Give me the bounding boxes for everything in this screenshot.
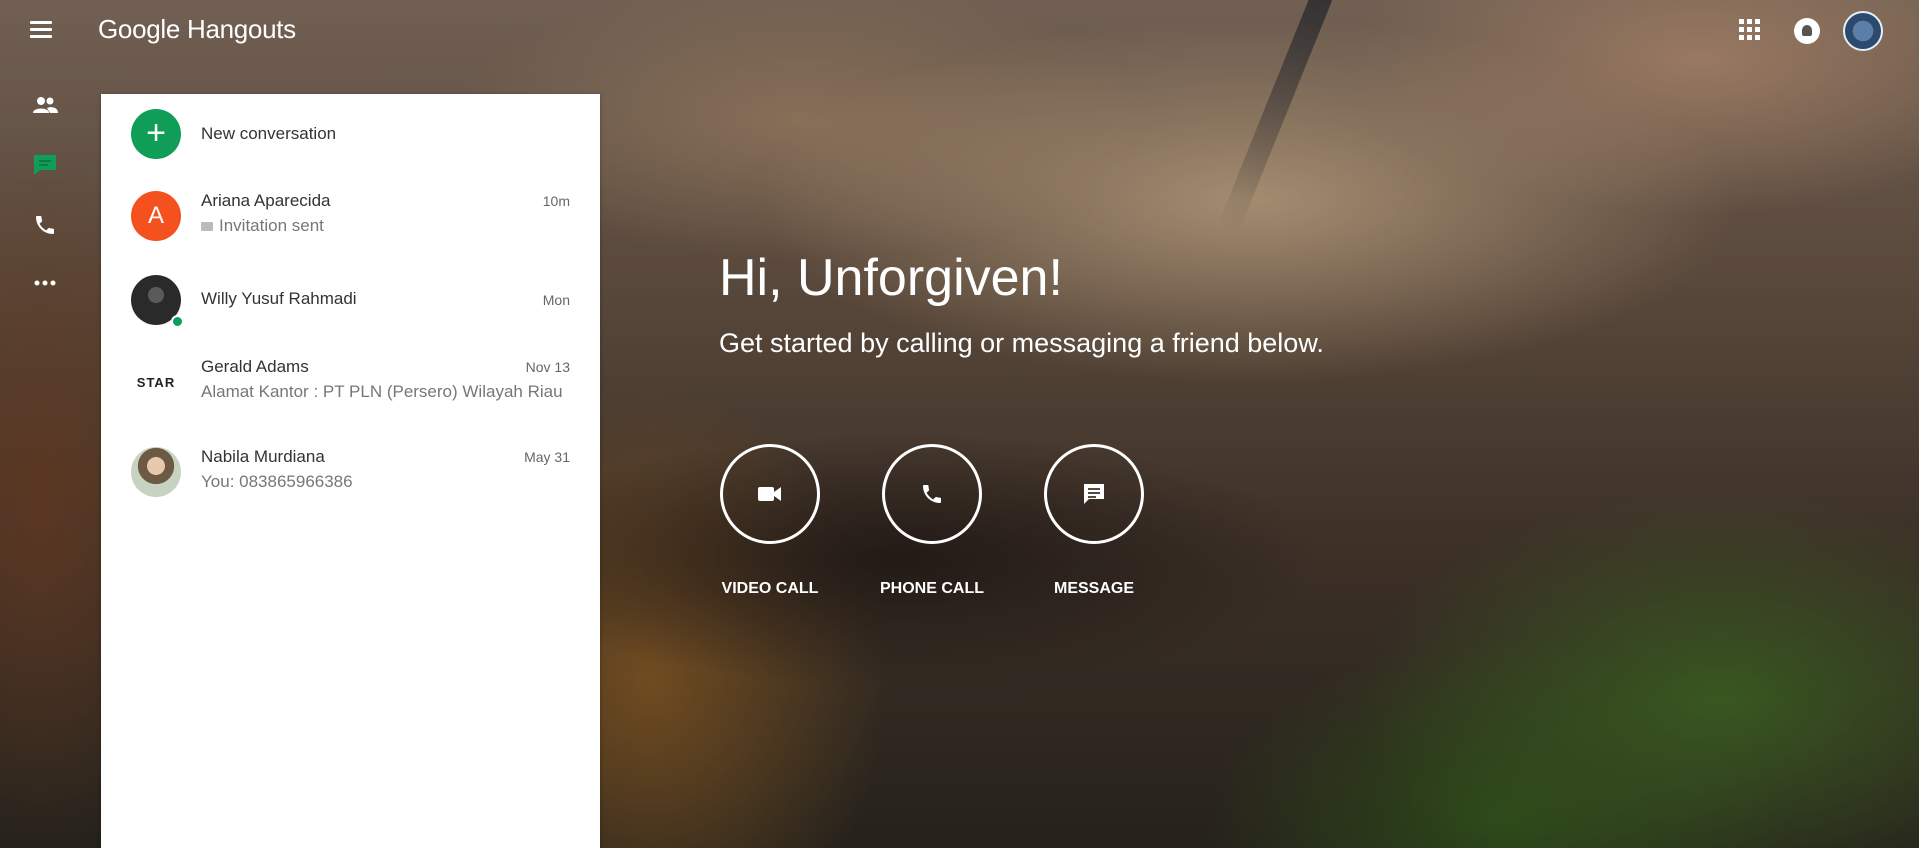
rail-item-contacts[interactable] xyxy=(28,88,62,122)
phone-call-button[interactable]: PHONE CALL xyxy=(862,444,1002,598)
conversation-time: Nov 13 xyxy=(525,359,570,375)
more-horiz-icon xyxy=(34,280,56,286)
conversation-snippet: Alamat Kantor : PT PLN (Persero) Wilayah… xyxy=(201,382,563,401)
contact-name: Gerald Adams xyxy=(201,357,309,376)
conversation-time: 10m xyxy=(542,193,570,209)
avatar xyxy=(131,447,181,497)
avatar-photo xyxy=(131,447,181,497)
video-call-label: VIDEO CALL xyxy=(721,580,819,597)
menu-icon-bar xyxy=(30,28,52,31)
contact-name: Ariana Aparecida xyxy=(201,191,331,210)
phone-icon xyxy=(923,485,941,503)
menu-icon-bar xyxy=(30,21,52,24)
avatar-logo: STAR xyxy=(131,357,181,407)
avatar: STAR xyxy=(131,357,181,407)
rail-item-phone[interactable] xyxy=(28,208,62,242)
welcome-section: Hi, Unforgiven! Get started by calling o… xyxy=(719,248,1324,358)
contact-name: Nabila Murdiana xyxy=(201,447,325,466)
chat-icon xyxy=(34,155,56,175)
phone-call-label: PHONE CALL xyxy=(880,580,984,597)
contact-name: Willy Yusuf Rahmadi xyxy=(201,289,357,308)
notifications-icon[interactable] xyxy=(1794,18,1820,44)
rail-item-conversations[interactable] xyxy=(28,148,62,182)
apps-grid-icon[interactable] xyxy=(1739,19,1763,43)
message-icon xyxy=(1084,484,1104,504)
welcome-subtitle: Get started by calling or messaging a fr… xyxy=(719,328,1324,358)
video-call-button[interactable]: VIDEO CALL xyxy=(700,444,840,598)
plus-icon: + xyxy=(131,109,181,159)
menu-icon-bar xyxy=(30,35,52,38)
account-avatar[interactable] xyxy=(1843,11,1883,51)
snippet-text: Invitation sent xyxy=(219,216,324,235)
phone-icon xyxy=(36,216,54,234)
conversation-snippet: You: 083865966386 xyxy=(201,472,353,491)
conversation-time: May 31 xyxy=(524,449,570,465)
message-button[interactable]: MESSAGE xyxy=(1024,444,1164,598)
online-status-icon xyxy=(171,315,184,328)
app-title: Google Hangouts xyxy=(98,14,296,44)
greeting: Hi, Unforgiven! xyxy=(719,249,1063,307)
rail-item-more[interactable] xyxy=(28,266,62,300)
conversation-snippet: Invitation sent xyxy=(201,216,581,236)
menu-button[interactable] xyxy=(30,18,58,42)
phone-call-circle xyxy=(882,444,982,544)
avatar-letter: A xyxy=(131,191,181,241)
message-circle xyxy=(1044,444,1144,544)
conversation-panel: + New conversation A Ariana Aparecida In… xyxy=(101,94,600,848)
mail-icon xyxy=(201,222,213,232)
videocam-icon xyxy=(758,487,781,501)
top-bar: Google Hangouts xyxy=(0,0,1919,64)
conversation-item[interactable]: Willy Yusuf Rahmadi Mon xyxy=(101,258,600,342)
conversation-item[interactable]: STAR Gerald Adams Alamat Kantor : PT PLN… xyxy=(101,340,600,424)
people-icon xyxy=(33,97,58,113)
message-label: MESSAGE xyxy=(1053,580,1134,597)
avatar: A xyxy=(131,191,181,241)
conversation-time: Mon xyxy=(542,292,570,308)
video-call-circle xyxy=(720,444,820,544)
conversation-item[interactable]: A Ariana Aparecida Invitation sent 10m xyxy=(101,174,600,258)
conversation-item[interactable]: Nabila Murdiana You: 083865966386 May 31 xyxy=(101,430,600,514)
new-conversation-label: New conversation xyxy=(201,124,337,143)
new-conversation-button[interactable]: + New conversation xyxy=(101,94,600,174)
